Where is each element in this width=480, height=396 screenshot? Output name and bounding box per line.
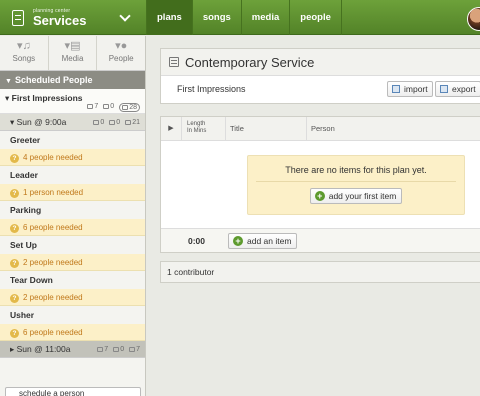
total-count: 7 [129, 341, 140, 358]
contributors-bar[interactable]: 1 contributor [160, 261, 480, 283]
services-logo-icon [12, 9, 24, 26]
export-icon [440, 85, 448, 93]
import-icon [392, 85, 400, 93]
check-icon [87, 104, 94, 109]
people-needed-row[interactable]: ? 2 people needed [0, 254, 145, 271]
people-icon [122, 105, 129, 110]
time-row[interactable]: ▾ Sun @ 9:00a 0 0 21 [0, 114, 145, 131]
decline-icon [103, 104, 110, 109]
sidebar-tool-people[interactable]: ▾● People [97, 36, 145, 70]
position-name: Usher [0, 306, 145, 324]
collapse-triangle-icon: ▼ [5, 78, 12, 85]
sidebar-tool-media[interactable]: ▾▤ Media [49, 36, 98, 70]
add-first-item-button[interactable]: + add your first item [309, 188, 403, 204]
export-button[interactable]: export [435, 81, 480, 97]
plan-subtitle: First Impressions [177, 84, 246, 94]
col-title: Title [226, 117, 307, 140]
add-item-button[interactable]: + add an item [228, 233, 298, 249]
declined-count: 0 [103, 103, 114, 112]
import-button[interactable]: import [387, 81, 433, 97]
people-needed-row[interactable]: ? 1 person needed [0, 184, 145, 201]
position-name: Parking [0, 201, 145, 219]
nav-tab-media[interactable]: media [240, 0, 289, 35]
sidebar-toolbar: ▾♫ Songs ▾▤ Media ▾● People [0, 36, 145, 71]
chevron-down-icon[interactable] [119, 10, 131, 22]
expand-all-arrow-icon[interactable]: ▶ [161, 117, 182, 140]
check-icon [97, 347, 104, 352]
sidebar-tool-label: People [108, 54, 134, 63]
expand-triangle-icon: ▸ [10, 344, 17, 354]
media-icon: ▾▤ [64, 40, 81, 52]
position-name: Greeter [0, 131, 145, 149]
music-note-icon: ▾♫ [16, 40, 31, 52]
sidebar-tool-label: Media [61, 54, 84, 63]
empty-state: There are no items for this plan yet. + … [247, 155, 465, 215]
people-needed-row[interactable]: ? 6 people needed [0, 324, 145, 341]
confirmed-count: 7 [97, 341, 108, 358]
nav-tab-songs[interactable]: songs [191, 0, 241, 35]
question-icon: ? [10, 294, 19, 303]
position-name: Tear Down [0, 271, 145, 289]
add-icon: + [233, 236, 243, 246]
nav-tab-plans[interactable]: plans [146, 0, 192, 35]
sidebar-tool-label: Songs [12, 54, 36, 63]
expand-triangle-icon: ▾ [5, 93, 12, 103]
plan-items-table: ▶ Length In Mins Title Person There are … [160, 116, 480, 253]
team-group[interactable]: ▾ First Impressions 7 0 28 [0, 89, 145, 114]
col-length: Length In Mins [182, 117, 226, 140]
divider [256, 181, 456, 182]
people-icon [125, 120, 132, 125]
total-count: 28 [119, 103, 140, 112]
position-name: Leader [0, 166, 145, 184]
nav-tab-people[interactable]: people [289, 0, 342, 35]
question-icon: ? [10, 189, 19, 198]
brand-subtitle: planning center [33, 7, 71, 14]
schedule-person-input[interactable]: schedule a person [5, 387, 141, 396]
scheduled-people-header[interactable]: ▼ Scheduled People [0, 71, 145, 89]
people-icon [129, 347, 136, 352]
table-header: ▶ Length In Mins Title Person [161, 117, 480, 141]
team-group-counts: 7 0 28 [87, 103, 140, 112]
people-needed-row[interactable]: ? 6 people needed [0, 219, 145, 236]
col-person: Person [311, 124, 335, 133]
sidebar-tool-songs[interactable]: ▾♫ Songs [0, 36, 49, 70]
add-icon: + [314, 191, 325, 201]
plan-icon [169, 57, 179, 67]
declined-count: 0 [109, 114, 120, 131]
question-icon: ? [10, 329, 19, 338]
person-icon: ▾● [115, 40, 128, 52]
declined-count: 0 [113, 341, 124, 358]
plan-panel: Contemporary Service First Impressions i… [160, 48, 480, 104]
time-row[interactable]: ▸ Sun @ 11:00a 7 0 7 [0, 341, 145, 358]
check-icon [93, 120, 100, 125]
main-content: Contemporary Service First Impressions i… [147, 36, 480, 396]
empty-message: There are no items for this plan yet. [285, 165, 427, 175]
user-avatar[interactable] [467, 7, 480, 31]
total-count: 21 [125, 114, 140, 131]
main-nav: plans songs media people [146, 0, 342, 35]
total-time: 0:00 [188, 236, 206, 246]
confirmed-count: 0 [93, 114, 104, 131]
brand-title: Services [33, 12, 87, 28]
confirmed-count: 7 [87, 103, 98, 112]
plan-title: Contemporary Service [185, 55, 315, 70]
decline-icon [109, 120, 116, 125]
expand-triangle-icon: ▾ [10, 117, 17, 127]
table-footer: 0:00 + add an item [161, 228, 480, 252]
sidebar: ▾♫ Songs ▾▤ Media ▾● People ▼ Scheduled P… [0, 36, 146, 396]
question-icon: ? [10, 224, 19, 233]
top-bar: planning center Services plans songs med… [0, 0, 480, 35]
people-needed-row[interactable]: ? 4 people needed [0, 149, 145, 166]
question-icon: ? [10, 154, 19, 163]
question-icon: ? [10, 259, 19, 268]
app-brand[interactable]: planning center Services [0, 0, 146, 35]
position-name: Set Up [0, 236, 145, 254]
people-needed-row[interactable]: ? 2 people needed [0, 289, 145, 306]
decline-icon [113, 347, 120, 352]
